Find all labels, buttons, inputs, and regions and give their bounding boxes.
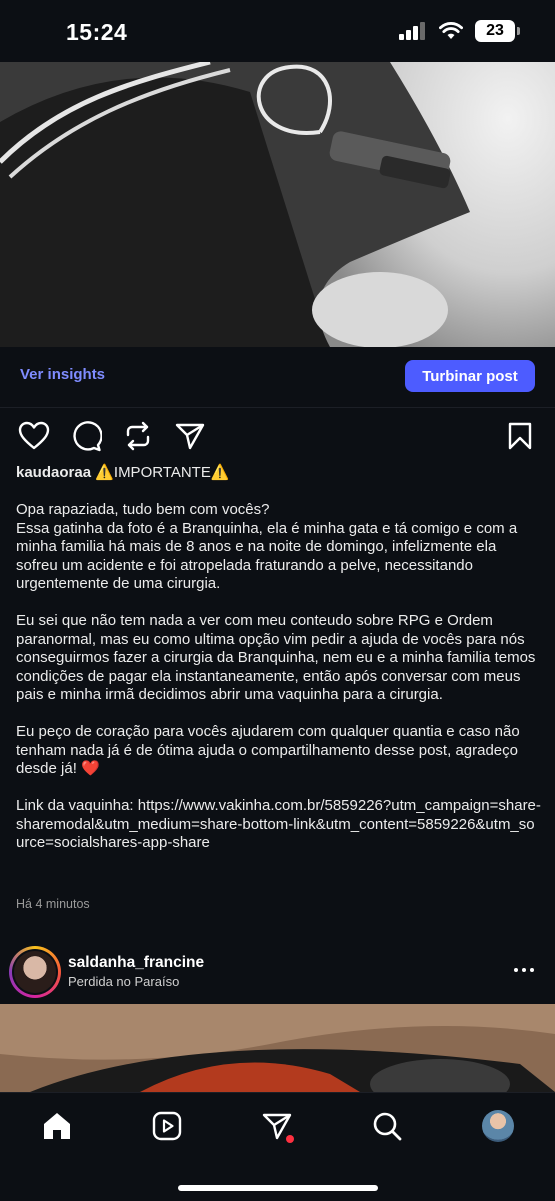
reels-icon — [152, 1111, 182, 1141]
bookmark-icon — [508, 422, 532, 450]
post-actions — [0, 418, 555, 454]
home-indicator — [178, 1185, 378, 1191]
boost-post-button[interactable]: Turbinar post — [405, 360, 535, 392]
caption-username[interactable]: kaudaoraa — [16, 464, 91, 481]
tab-search[interactable] — [370, 1109, 404, 1143]
post-timestamp: Há 4 minutos — [16, 897, 90, 911]
wifi-icon — [439, 22, 463, 39]
status-time: 15:24 — [66, 19, 128, 45]
heart-icon — [18, 421, 50, 450]
comment-button[interactable] — [68, 418, 104, 454]
caption-link: Link da vaquinha: https://www.vakinha.co… — [16, 797, 541, 851]
profile-avatar — [482, 1110, 514, 1142]
caption-paragraph: Eu peço de coração para vocês ajudarem c… — [16, 723, 520, 777]
repost-icon — [126, 421, 150, 451]
post-image[interactable] — [0, 62, 555, 347]
notification-dot — [286, 1135, 294, 1143]
status-icons: 23 — [399, 20, 520, 42]
share-button[interactable] — [172, 418, 208, 454]
home-icon — [44, 1113, 70, 1139]
next-post-image[interactable] — [0, 1004, 555, 1092]
status-bar: 15:24 23 — [0, 0, 555, 62]
caption-paragraph: Eu sei que não tem nada a ver com meu co… — [16, 612, 536, 703]
story-ring[interactable] — [9, 946, 61, 998]
next-post-location[interactable]: Perdida no Paraíso — [68, 974, 179, 989]
signal-icon — [399, 22, 425, 40]
cat-photo — [0, 62, 555, 347]
caption-paragraph: Opa rapaziada, tudo bem com vocês? Essa … — [16, 501, 518, 592]
search-icon — [373, 1112, 402, 1141]
next-post-username[interactable]: saldanha_francine — [68, 954, 204, 972]
next-post-header: saldanha_francine Perdida no Paraíso — [0, 942, 555, 1002]
view-insights-link[interactable]: Ver insights — [20, 366, 105, 383]
save-button[interactable] — [502, 418, 538, 454]
avatar — [14, 951, 56, 993]
battery-level: 23 — [486, 22, 504, 39]
like-button[interactable] — [16, 418, 52, 454]
next-photo-art — [0, 1004, 555, 1092]
tab-home[interactable] — [40, 1109, 74, 1143]
repost-button[interactable] — [120, 418, 156, 454]
caption-heading: kaudaoraa ⚠️IMPORTANTE⚠️ — [16, 464, 541, 483]
insights-row: Ver insights Turbinar post — [0, 347, 555, 408]
more-icon — [514, 968, 518, 972]
share-icon — [175, 423, 205, 450]
comment-icon — [73, 421, 102, 452]
tab-profile[interactable] — [481, 1109, 515, 1143]
tab-direct[interactable] — [260, 1109, 294, 1143]
tab-reels[interactable] — [150, 1109, 184, 1143]
more-options-button[interactable] — [511, 960, 537, 980]
caption-title: ⚠️IMPORTANTE⚠️ — [95, 464, 230, 481]
post-caption: kaudaoraa ⚠️IMPORTANTE⚠️ Opa rapaziada, … — [16, 464, 541, 871]
battery-indicator: 23 — [475, 20, 520, 42]
